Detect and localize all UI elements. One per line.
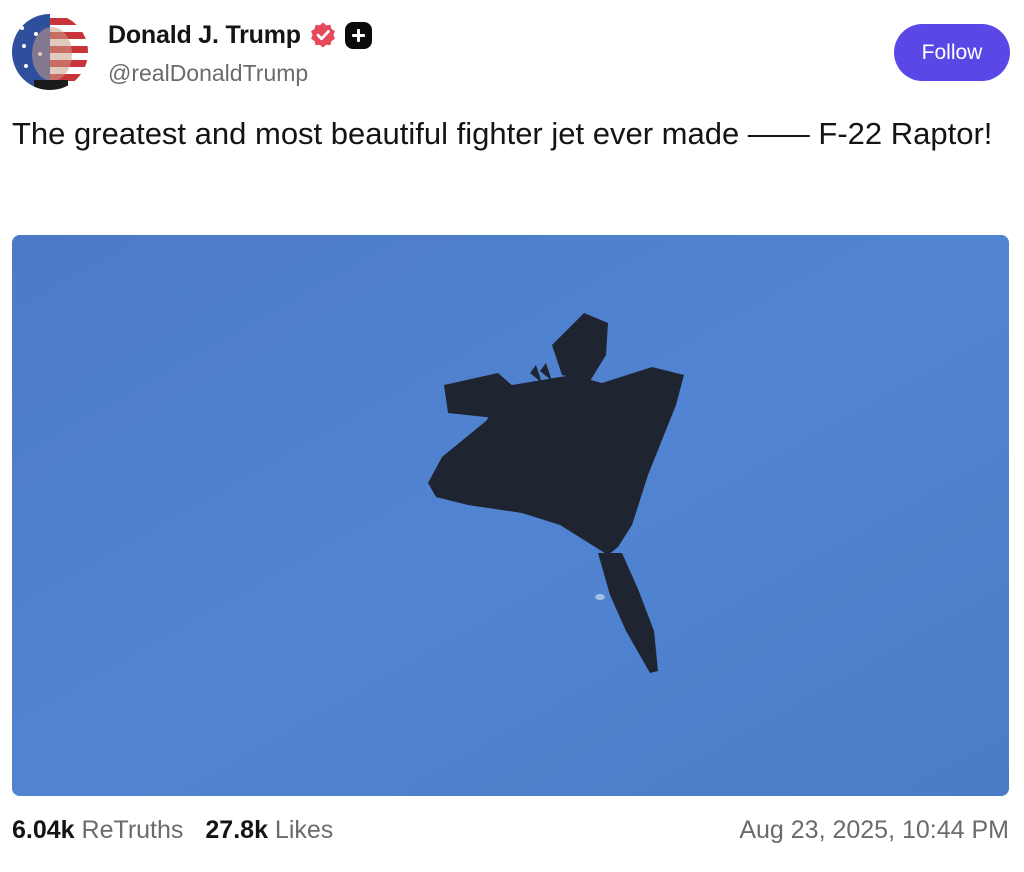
post-timestamp[interactable]: Aug 23, 2025, 10:44 PM [739,816,1009,845]
post-footer: 6.04k ReTruths 27.8k Likes Aug 23, 2025,… [12,808,1009,852]
post-header: Donald J. Trump @realDonaldTrump Follow [12,14,1010,92]
likes-stat[interactable]: 27.8k Likes [205,816,333,845]
verified-badge-icon [310,22,335,48]
likes-label: Likes [274,815,334,844]
likes-count: 27.8k [205,815,268,844]
retruths-count: 6.04k [12,815,75,844]
name-row: Donald J. Trump [108,20,372,50]
retruths-label: ReTruths [81,815,184,844]
retruths-stat[interactable]: 6.04k ReTruths [12,816,183,845]
handle[interactable]: @realDonaldTrump [108,60,372,87]
follow-button[interactable]: Follow [894,24,1010,81]
post-media[interactable] [12,235,1009,796]
author-info: Donald J. Trump @realDonaldTrump [108,20,372,87]
avatar[interactable] [12,14,88,90]
avatar-image [12,14,88,90]
plus-badge-icon [344,21,372,49]
post-text: The greatest and most beautiful fighter … [12,116,993,151]
display-name[interactable]: Donald J. Trump [108,21,301,50]
fighter-jet-image [12,235,1009,796]
